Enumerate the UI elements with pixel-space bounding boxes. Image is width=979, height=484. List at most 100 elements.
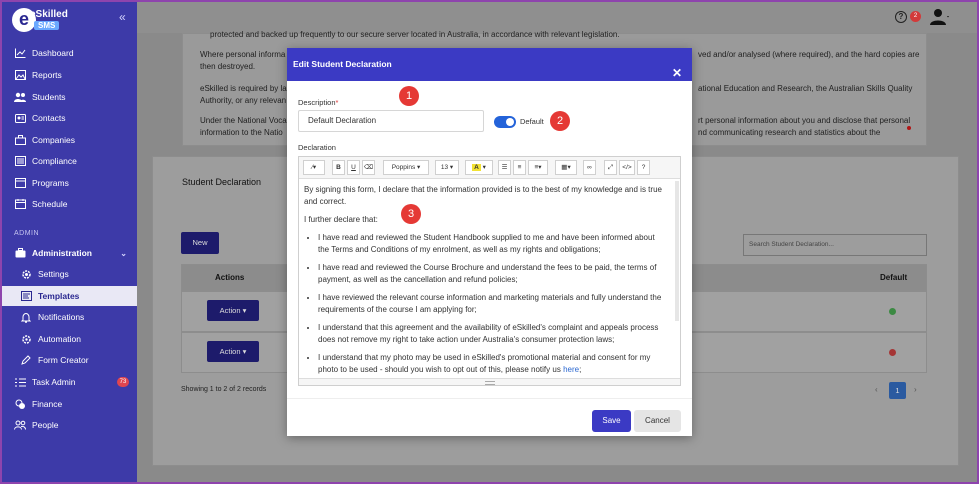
sidebar-item-label: Reports	[32, 70, 62, 80]
building-icon	[14, 134, 26, 146]
help-icon[interactable]: ?	[895, 11, 907, 23]
list-item: I have read and reviewed the Student Han…	[318, 232, 668, 256]
list-icon	[14, 376, 26, 388]
sidebar-item-form-creator[interactable]: Form Creator	[0, 350, 137, 370]
sidebar-item-label: Task Admin	[32, 377, 76, 387]
privacy-text: nd communicating research and statistics…	[698, 128, 881, 137]
editor-content[interactable]: By signing this form, I declare that the…	[299, 179, 680, 379]
sidebar-item-contacts[interactable]: Contacts	[0, 108, 137, 128]
sidebar-item-companies[interactable]: Companies	[0, 130, 137, 150]
coins-icon	[14, 398, 26, 410]
underline-icon[interactable]: U	[347, 160, 360, 175]
sidebar-item-label: Schedule	[32, 199, 68, 209]
list-item-text: I understand that my photo may be used i…	[318, 353, 651, 374]
annotation-marker: 3	[401, 204, 421, 224]
list-item: I have read and reviewed the Course Broc…	[318, 262, 668, 286]
image-icon	[14, 69, 26, 81]
task-count-badge: 73	[117, 377, 129, 387]
sidebar-item-automation[interactable]: Automation	[0, 329, 137, 349]
bullet-list-icon[interactable]: ☰	[498, 160, 511, 175]
sidebar-item-label: Templates	[38, 291, 80, 301]
col-default: Default	[880, 273, 908, 282]
default-yes-icon	[889, 308, 896, 315]
link-icon[interactable]: ∞	[583, 160, 596, 175]
sidebar-item-people[interactable]: People	[0, 415, 137, 435]
search-input[interactable]: Search Student Declaration...	[743, 234, 927, 256]
description-input[interactable]: Default Declaration	[298, 110, 484, 132]
help-badge: 2	[910, 11, 921, 22]
text-color-icon[interactable]: A ▾	[465, 160, 493, 175]
editor-scrollbar[interactable]	[675, 181, 679, 321]
close-icon[interactable]: ✕	[672, 57, 682, 90]
cancel-button[interactable]: Cancel	[634, 410, 681, 432]
align-icon[interactable]: ≡▾	[528, 160, 548, 175]
privacy-text: eSkilled is required by la	[200, 84, 287, 93]
font-family-value: Poppins	[391, 164, 416, 171]
sidebar-item-notifications[interactable]: Notifications	[0, 307, 137, 327]
sidebar-item-label: Form Creator	[38, 355, 89, 365]
font-size-value: 13	[440, 164, 449, 171]
code-view-icon[interactable]: </>	[619, 160, 635, 175]
action-label: Action	[219, 306, 241, 315]
fullscreen-icon[interactable]: ⤢	[604, 160, 617, 175]
cog-icon	[20, 333, 32, 345]
prev-page-icon[interactable]: ‹	[875, 384, 878, 396]
sidebar-item-schedule[interactable]: Schedule	[0, 194, 137, 214]
next-page-icon[interactable]: ›	[914, 384, 917, 396]
col-actions: Actions	[215, 273, 245, 282]
numbered-list-icon[interactable]: ≡	[513, 160, 526, 175]
declaration-paragraph: I further declare that:	[304, 215, 378, 224]
editor-toolbar: ⁄▾ B U ⌫ Poppins ▾ 13 ▾ A ▾ ☰ ≡ ≡▾ ▦▾ ∞ …	[299, 157, 680, 179]
sidebar-item-programs[interactable]: Programs	[0, 173, 137, 193]
privacy-text: protected and backed up frequently to ou…	[210, 30, 620, 39]
default-no-icon	[889, 349, 896, 356]
template-icon	[20, 290, 32, 302]
modal-header: Edit Student Declaration ✕	[287, 48, 692, 81]
sidebar-item-finance[interactable]: Finance	[0, 394, 137, 414]
sidebar-item-reports[interactable]: Reports	[0, 65, 137, 85]
font-size-select[interactable]: 13 ▾	[435, 160, 459, 175]
help-icon[interactable]: ?	[637, 160, 650, 175]
required-mark: *	[335, 98, 339, 107]
default-toggle-label: Default	[520, 117, 544, 126]
eskilled-logo[interactable]: e eSkilled SMS	[12, 8, 72, 34]
default-toggle[interactable]	[494, 116, 516, 128]
sidebar-item-settings[interactable]: Settings	[0, 264, 137, 284]
sidebar-item-dashboard[interactable]: Dashboard	[0, 43, 137, 63]
table-icon[interactable]: ▦▾	[555, 160, 577, 175]
sidebar-item-compliance[interactable]: Compliance	[0, 151, 137, 171]
pencil-icon	[20, 354, 32, 366]
list-item: I have reviewed the relevant course info…	[318, 292, 668, 316]
sidebar: e eSkilled SMS « Dashboard Reports Stude…	[0, 0, 137, 484]
gear-icon	[20, 268, 32, 280]
save-button[interactable]: Save	[592, 410, 631, 432]
sidebar-item-task-admin[interactable]: Task Admin 73	[0, 372, 137, 392]
sidebar-item-label: Settings	[38, 269, 69, 279]
briefcase-icon	[14, 247, 26, 259]
action-button[interactable]: Action ▾	[207, 341, 259, 362]
declaration-editor[interactable]: ⁄▾ B U ⌫ Poppins ▾ 13 ▾ A ▾ ☰ ≡ ≡▾ ▦▾ ∞ …	[298, 156, 681, 386]
font-family-select[interactable]: Poppins ▾	[383, 160, 429, 175]
user-avatar-icon[interactable]	[930, 8, 950, 26]
editor-resize-handle[interactable]	[299, 378, 680, 385]
magic-wand-icon[interactable]: ⁄▾	[303, 160, 325, 175]
chevron-down-icon: ⌄	[120, 248, 127, 258]
sidebar-item-administration[interactable]: Administration ⌄	[0, 243, 137, 263]
privacy-text: ational Education and Research, the Aust…	[698, 84, 913, 93]
page-button[interactable]: 1	[889, 382, 906, 399]
sidebar-item-templates[interactable]: Templates	[0, 286, 137, 306]
list-item: I understand that this agreement and the…	[318, 322, 668, 346]
sidebar-item-students[interactable]: Students	[0, 87, 137, 107]
opt-out-link[interactable]: here	[563, 365, 579, 374]
sidebar-item-label: Notifications	[38, 312, 85, 322]
eraser-icon[interactable]: ⌫	[362, 160, 375, 175]
new-button[interactable]: New	[181, 232, 219, 254]
annotation-marker: 1	[399, 86, 419, 106]
privacy-text: rt personal information about you and di…	[698, 116, 911, 125]
privacy-text: Under the National Voca	[200, 116, 287, 125]
collapse-sidebar-icon[interactable]: «	[119, 10, 126, 24]
window-icon	[14, 177, 26, 189]
bold-icon[interactable]: B	[332, 160, 345, 175]
sidebar-item-label: Compliance	[32, 156, 77, 166]
action-button[interactable]: Action ▾	[207, 300, 259, 321]
